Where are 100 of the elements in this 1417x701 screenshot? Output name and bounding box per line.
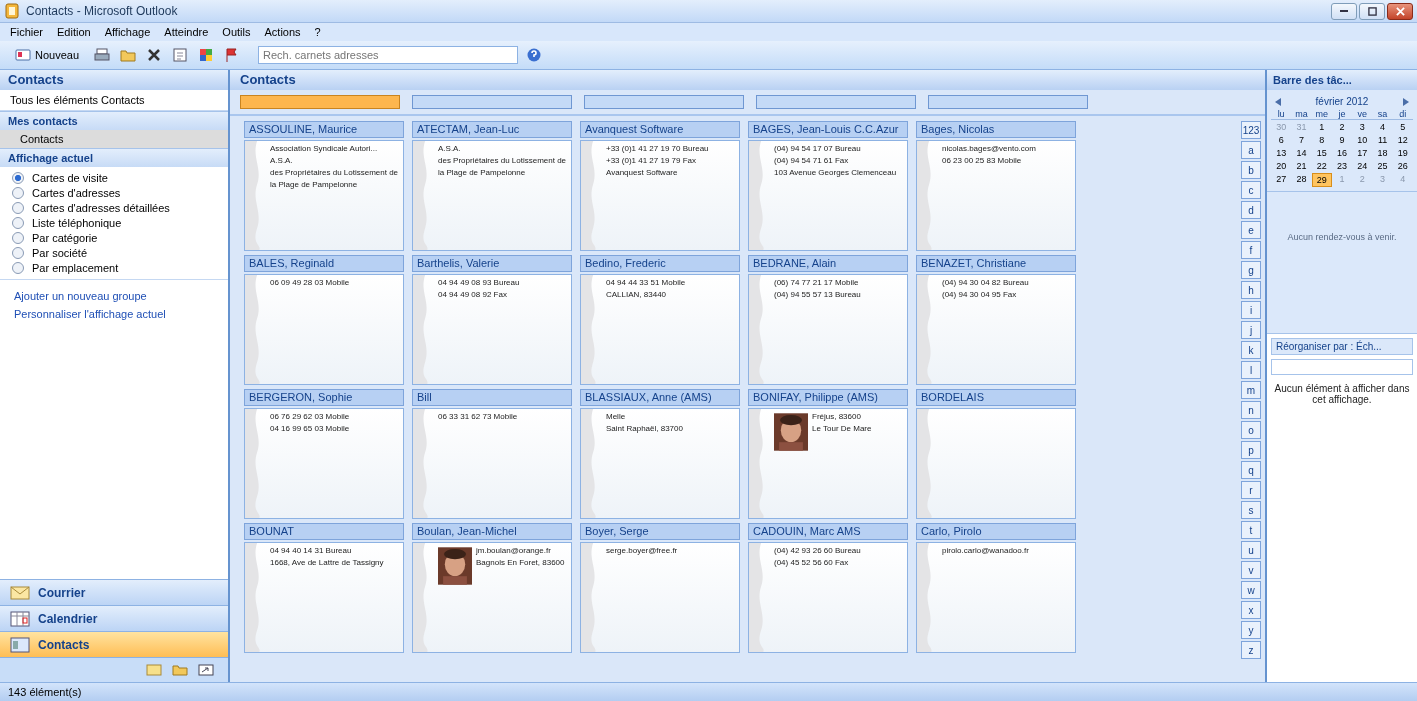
calendar-day[interactable]: 6 [1271, 134, 1292, 146]
card-name-bar[interactable]: ATECTAM, Jean-Luc [412, 121, 572, 138]
letter-index-button[interactable]: r [1241, 481, 1261, 499]
business-card[interactable]: Fréjus, 83600 Le Tour De Mare [748, 408, 908, 519]
letter-index-button[interactable]: g [1241, 261, 1261, 279]
calendar-day[interactable]: 10 [1352, 134, 1373, 146]
new-button[interactable]: Nouveau [8, 46, 87, 64]
calendar-day[interactable]: 3 [1352, 121, 1373, 133]
calendar-day[interactable]: 18 [1372, 147, 1393, 159]
calendar-day[interactable]: 14 [1291, 147, 1312, 159]
nav-link[interactable]: Ajouter un nouveau groupe [14, 290, 214, 302]
view-label[interactable]: Par société [32, 247, 88, 259]
calendar-day[interactable]: 7 [1291, 134, 1312, 146]
close-button[interactable] [1387, 2, 1413, 20]
card-name-bar[interactable]: BAGES, Jean-Louis C.C.Azur [748, 121, 908, 138]
letter-index-button[interactable]: z [1241, 641, 1261, 659]
view-radio[interactable] [12, 247, 24, 259]
business-card[interactable]: 06 09 49 28 03 Mobile [244, 274, 404, 385]
business-card[interactable]: 06 76 29 62 03 Mobile 04 16 99 65 03 Mobile [244, 408, 404, 519]
calendar-day[interactable]: 25 [1372, 160, 1393, 172]
menu-item[interactable]: Affichage [104, 26, 151, 38]
business-card[interactable]: (04) 94 30 04 82 Bureau (04) 94 30 04 95 Fax [916, 274, 1076, 385]
letter-index-button[interactable]: v [1241, 561, 1261, 579]
card-name-bar[interactable]: BALES, Reginald [244, 255, 404, 272]
calendar-day[interactable]: 27 [1271, 173, 1292, 187]
business-card[interactable]: +33 (0)1 41 27 19 70 Bureau +33 (0)1 41 27 19 79 Fax Avanquest Software [580, 140, 740, 251]
letter-index-button[interactable]: y [1241, 621, 1261, 639]
calendar-day[interactable]: 23 [1331, 160, 1353, 172]
minimize-button[interactable] [1331, 2, 1357, 20]
business-card[interactable]: (06) 74 77 21 17 Mobile (04) 94 55 57 13 Bureau [748, 274, 908, 385]
card-name-bar[interactable]: BERGERON, Sophie [244, 389, 404, 406]
calendar-day[interactable]: 15 [1311, 147, 1332, 159]
card-name-bar[interactable]: Boyer, Serge [580, 523, 740, 540]
business-card[interactable]: 06 33 31 62 73 Mobile [412, 408, 572, 519]
card-name-bar[interactable]: Barthelis, Valerie [412, 255, 572, 272]
letter-index-button[interactable]: w [1241, 581, 1261, 599]
letter-index-button[interactable]: c [1241, 181, 1261, 199]
letter-index-button[interactable]: h [1241, 281, 1261, 299]
shortcut-icon[interactable] [198, 664, 214, 676]
business-card[interactable]: (04) 42 93 26 60 Bureau (04) 45 52 56 60 Fax [748, 542, 908, 653]
calendar-day[interactable]: 13 [1271, 147, 1292, 159]
calendar-day[interactable]: 4 [1372, 121, 1393, 133]
view-radio[interactable] [12, 187, 24, 199]
business-card[interactable]: 04 94 40 14 31 Bureau 1668, Ave de Lattre de Tassigny [244, 542, 404, 653]
business-card[interactable]: (04) 94 54 17 07 Bureau (04) 94 54 71 61 Fax 103 Avenue Georges Clemenceau [748, 140, 908, 251]
letter-index-button[interactable]: x [1241, 601, 1261, 619]
calendar-day[interactable]: 2 [1331, 121, 1353, 133]
card-name-bar[interactable]: Bages, Nicolas [916, 121, 1076, 138]
card-name-bar[interactable]: ASSOULINE, Maurice [244, 121, 404, 138]
calendar-day[interactable]: 8 [1311, 134, 1332, 146]
business-card[interactable]: nicolas.bages@vento.com 06 23 00 25 83 Mobile [916, 140, 1076, 251]
letter-index-button[interactable]: i [1241, 301, 1261, 319]
view-label[interactable]: Liste téléphonique [32, 217, 122, 229]
arrange-by-header[interactable]: Réorganiser par : Éch... [1271, 338, 1413, 355]
view-label[interactable]: Cartes de visite [32, 172, 108, 184]
letter-index-button[interactable]: e [1241, 221, 1261, 239]
letter-range-tab[interactable] [412, 95, 572, 109]
calendar-day[interactable]: 22 [1311, 160, 1332, 172]
business-card[interactable]: 04 94 49 08 93 Bureau 04 94 49 08 92 Fax [412, 274, 572, 385]
folder-icon[interactable] [172, 664, 188, 676]
menu-item[interactable]: Fichier [10, 26, 43, 38]
calendar-day[interactable]: 9 [1331, 134, 1353, 146]
letter-range-tab[interactable] [240, 95, 400, 109]
maximize-button[interactable] [1359, 2, 1385, 20]
calendar-day[interactable]: 17 [1352, 147, 1373, 159]
card-name-bar[interactable]: Carlo, Pirolo [916, 523, 1076, 540]
calendar-day[interactable]: 5 [1392, 121, 1413, 133]
nav-button[interactable]: Contacts [0, 631, 228, 657]
calendar-day[interactable]: 21 [1291, 160, 1312, 172]
letter-index-button[interactable]: o [1241, 421, 1261, 439]
letter-index-button[interactable]: n [1241, 401, 1261, 419]
nav-button[interactable]: Courrier [0, 579, 228, 605]
menu-item[interactable]: Edition [57, 26, 91, 38]
letter-index-button[interactable]: l [1241, 361, 1261, 379]
business-card[interactable]: Association Syndicale Autori... A.S.A. des Propriétaires du Lotissement de la Plage de Pampelonne [244, 140, 404, 251]
calendar-day[interactable]: 11 [1372, 134, 1393, 146]
card-name-bar[interactable]: CADOUIN, Marc AMS [748, 523, 908, 540]
address-book-search-field[interactable]: Rech. carnets adresses [258, 46, 519, 64]
contacts-folder-item[interactable]: Contacts [0, 130, 228, 148]
notes-icon[interactable] [146, 664, 162, 676]
letter-range-tab[interactable] [584, 95, 744, 109]
menu-item[interactable]: Outils [222, 26, 251, 38]
letter-index-button[interactable]: t [1241, 521, 1261, 539]
section-header[interactable]: Affichage actuel [0, 148, 228, 167]
letter-range-tab[interactable] [928, 95, 1088, 109]
new-task-field[interactable] [1271, 359, 1413, 375]
calendar-day[interactable]: 28 [1291, 173, 1312, 187]
calendar-day[interactable]: 19 [1392, 147, 1413, 159]
business-card[interactable]: pirolo.carlo@wanadoo.fr [916, 542, 1076, 653]
view-label[interactable]: Cartes d'adresses détaillées [32, 202, 170, 214]
business-card[interactable]: 04 94 44 33 51 Mobile CALLIAN, 83440 [580, 274, 740, 385]
next-month-icon[interactable] [1403, 97, 1409, 106]
card-name-bar[interactable]: BOUNAT [244, 523, 404, 540]
letter-index-button[interactable]: a [1241, 141, 1261, 159]
view-radio[interactable] [12, 202, 24, 214]
card-name-bar[interactable]: Avanquest Software [580, 121, 740, 138]
letter-index-button[interactable]: k [1241, 341, 1261, 359]
business-card[interactable] [916, 408, 1076, 519]
letter-index-button[interactable]: q [1241, 461, 1261, 479]
view-radio[interactable] [12, 232, 24, 244]
